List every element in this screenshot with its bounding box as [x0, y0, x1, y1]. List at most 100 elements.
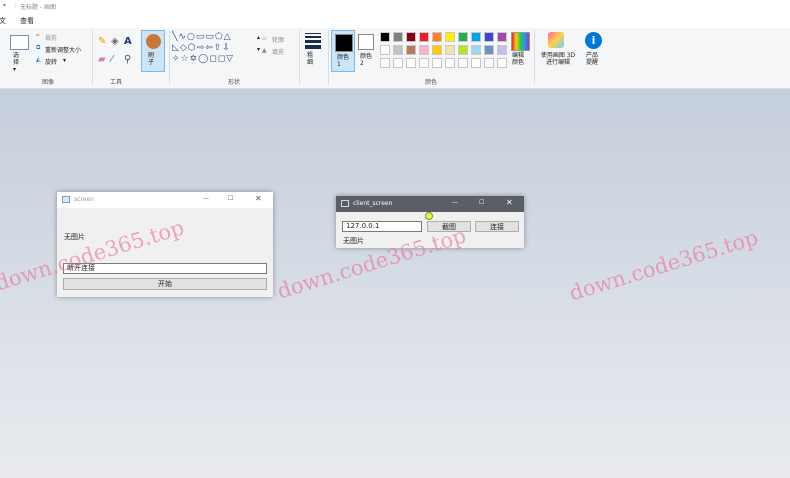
color2-label[interactable]: 颜色 2 — [360, 53, 373, 67]
separator — [169, 30, 170, 84]
color-swatch[interactable] — [458, 32, 468, 42]
size-icon[interactable] — [305, 33, 321, 49]
shapes-scroll-up-icon[interactable]: ▴ — [257, 34, 260, 41]
app-icon — [62, 196, 70, 203]
screenshot-button[interactable]: 截图 — [427, 221, 471, 232]
group-label-colors: 颜色 — [425, 79, 438, 86]
color-swatch[interactable] — [393, 45, 403, 55]
ip-address-input[interactable]: 127.0.0.1 — [342, 221, 422, 232]
color-swatch[interactable] — [484, 45, 494, 55]
select-icon[interactable] — [10, 35, 29, 50]
color2-swatch[interactable] — [358, 34, 374, 50]
color-swatch[interactable] — [380, 32, 390, 42]
connect-button[interactable]: 连接 — [475, 221, 519, 232]
title-divider: | — [14, 2, 17, 9]
screen-text-input[interactable]: 断开连接 — [63, 263, 267, 274]
start-button[interactable]: 开始 — [63, 278, 267, 290]
fill-icon[interactable]: ◈ — [111, 36, 119, 47]
window-title: 无标题 - 画图 — [20, 4, 56, 11]
color-swatch[interactable] — [497, 45, 507, 55]
brush-icon — [146, 34, 161, 49]
color-swatch[interactable] — [419, 45, 429, 55]
screen-window: screen — ☐ ✕ 无图片 断开连接 开始 — [57, 192, 273, 297]
brush-label: 刷子 — [148, 52, 155, 66]
color-picker-icon[interactable]: ⁄ — [111, 54, 113, 65]
color-swatch[interactable] — [380, 45, 390, 55]
group-label-shapes: 形状 — [228, 79, 241, 86]
minimize-icon[interactable]: — — [452, 199, 458, 206]
color-swatch[interactable] — [419, 58, 429, 68]
color-swatch[interactable] — [380, 58, 390, 68]
group-label-image: 图像 — [42, 79, 55, 86]
app-icon — [341, 200, 349, 207]
color-swatch[interactable] — [471, 32, 481, 42]
pencil-icon[interactable]: ✎ — [98, 36, 106, 47]
color-swatch[interactable] — [419, 32, 429, 42]
color-swatch[interactable] — [432, 45, 442, 55]
quick-access-chevron-icon[interactable]: ▾ — [3, 2, 6, 9]
color-swatch[interactable] — [471, 45, 481, 55]
color-swatch[interactable] — [445, 58, 455, 68]
crop-label[interactable]: 裁剪 — [45, 33, 57, 42]
minimize-icon[interactable]: — — [203, 195, 209, 202]
color-swatch[interactable] — [471, 58, 481, 68]
select-label[interactable]: 选择 — [13, 52, 23, 66]
client-status-label: 无图片 — [343, 237, 364, 245]
product-alert-label[interactable]: 产品提醒 — [586, 52, 600, 66]
fill-shape-icon[interactable]: ▲ — [262, 47, 267, 54]
color-swatch[interactable] — [458, 45, 468, 55]
tab-view[interactable]: 查看 — [20, 16, 34, 26]
cursor-icon — [425, 212, 433, 220]
color1-swatch — [335, 34, 353, 52]
paint3d-icon[interactable] — [548, 32, 564, 48]
color-swatch[interactable] — [484, 58, 494, 68]
text-icon[interactable]: A — [124, 36, 132, 47]
rotate-icon[interactable]: ◭ — [36, 56, 41, 63]
eraser-icon[interactable]: ▰ — [98, 54, 106, 65]
size-label[interactable]: 粗细 — [307, 52, 317, 66]
color-swatch[interactable] — [445, 32, 455, 42]
color-swatch[interactable] — [432, 58, 442, 68]
color-swatch[interactable] — [406, 58, 416, 68]
client-titlebar[interactable]: client_screen — ☐ ✕ — [336, 196, 524, 212]
maximize-icon[interactable]: ☐ — [479, 199, 484, 206]
paint-title-bar: ▾ | 无标题 - 画图 — [0, 0, 790, 12]
resize-icon[interactable]: ⧉ — [36, 44, 40, 52]
outline-label[interactable]: 轮廓 — [272, 35, 284, 44]
rotate-chevron-icon[interactable]: ▾ — [63, 57, 66, 64]
group-label-tools: 工具 — [110, 79, 123, 86]
screen-titlebar[interactable]: screen — ☐ ✕ — [57, 192, 273, 208]
color-swatch[interactable] — [406, 32, 416, 42]
close-icon[interactable]: ✕ — [255, 194, 262, 203]
magnifier-icon[interactable]: ⚲ — [124, 54, 131, 65]
rotate-label[interactable]: 旋转 — [45, 57, 57, 66]
shapes-scroll-down-icon[interactable]: ▾ — [257, 46, 260, 53]
color-swatch[interactable] — [432, 32, 442, 42]
select-chevron-icon[interactable]: ▾ — [13, 66, 16, 73]
color-swatch[interactable] — [458, 58, 468, 68]
separator — [299, 30, 300, 84]
crop-icon[interactable]: ⌗ — [36, 32, 39, 40]
color-swatch[interactable] — [497, 32, 507, 42]
outline-icon[interactable]: ▱ — [262, 35, 267, 42]
brush-button[interactable]: 刷子 — [141, 30, 165, 72]
fill-shape-label[interactable]: 填充 — [272, 47, 284, 56]
color1-label: 颜色 1 — [337, 54, 350, 68]
tab-file[interactable]: 文 — [0, 16, 6, 26]
resize-label[interactable]: 重新调整大小 — [45, 45, 81, 54]
shapes-gallery[interactable]: ╲∿○▭▭⬠△ ◺◇⬡⇨⇦⇧⇩ ✧☆✡◯◻◻▽ — [172, 32, 258, 66]
info-icon[interactable]: i — [585, 32, 602, 49]
color-swatch[interactable] — [393, 32, 403, 42]
client-title: client_screen — [353, 200, 393, 207]
color-swatch[interactable] — [484, 32, 494, 42]
edit-colors-icon[interactable] — [511, 32, 530, 51]
edit-colors-label[interactable]: 编辑颜色 — [512, 52, 526, 66]
color-swatch[interactable] — [406, 45, 416, 55]
paint3d-label[interactable]: 使用画图 3D 进行编辑 — [538, 52, 578, 66]
maximize-icon[interactable]: ☐ — [228, 195, 233, 202]
color-swatch[interactable] — [393, 58, 403, 68]
color1-button[interactable]: 颜色 1 — [331, 30, 355, 72]
color-swatch[interactable] — [497, 58, 507, 68]
color-swatch[interactable] — [445, 45, 455, 55]
close-icon[interactable]: ✕ — [506, 198, 513, 207]
